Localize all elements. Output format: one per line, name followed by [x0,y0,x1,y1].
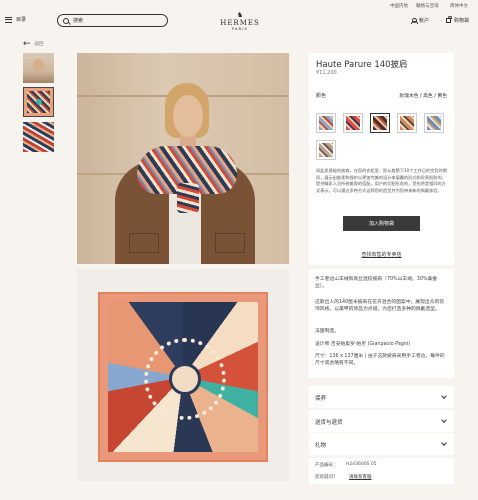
color-swatch-3-selected[interactable] [370,113,390,133]
logo-word: HERMES [220,19,260,27]
swatch-fill [319,116,333,130]
swatch-fill [319,143,333,157]
scarf-square [98,292,268,462]
site-header: 目录 搜索 ♞ HERMES PARIS 帐户 购物袋 [0,12,478,34]
product-panel: Haute Parure 140披肩 ¥11,200 颜色 玫瑰木色 / 黑色 … [309,53,454,265]
accordion-care[interactable]: 保养 [309,386,454,408]
color-swatch-2[interactable] [343,113,363,133]
search-icon [63,17,69,24]
color-swatch-6[interactable] [316,140,336,160]
image-scarf-tail [177,183,199,213]
account-label: 帐户 [419,18,430,24]
product-reference-info: 产品编号： H243600S 05 您有疑问？ 请联系客服 [309,458,454,484]
color-swatch-1[interactable] [316,113,336,133]
product-image-scarf-flat [77,269,289,481]
product-title: Haute Parure 140披肩 [316,60,408,70]
color-swatch-5[interactable] [424,113,444,133]
chevron-down-icon [441,417,447,423]
accordion-gift-label: 礼物 [315,443,327,449]
product-image-model [77,53,289,264]
contact-service-link[interactable]: 请联系客服 [349,474,372,480]
product-details: 手工卷边山羊绒和真丝混纺披肩（70%山羊绒、30%桑蚕丝）。 这款出人的140厘… [309,269,454,378]
color-swatch-4[interactable] [397,113,417,133]
accordion-care-label: 保养 [315,396,327,402]
thumbnail-scarf[interactable] [23,87,54,117]
color-value: 玫瑰木色 / 黑色 / 黄色 [399,94,447,99]
thumbnail-selected-frame [23,87,54,117]
thumbnail-detail[interactable] [23,122,54,152]
chevron-down-icon [441,440,447,446]
back-label: 返回 [34,42,44,47]
image-pocket-right [215,233,245,253]
thumbnail-model[interactable] [23,53,54,83]
help-label: 您有疑问？ [315,475,338,480]
menu-button[interactable]: 目录 [5,16,26,23]
accordion-delivery-label: 送货与退货 [315,420,343,426]
details-designer: 设计师 吉安帕奥罗·帕尼 (Gianpaolo Pagni) [315,342,411,347]
user-icon [411,17,418,24]
logo-city: PARIS [232,27,248,31]
image-pocket-left [129,233,159,253]
swatch-fill [346,116,360,130]
shopping-bag-icon [446,16,452,23]
menu-label: 目录 [16,17,27,23]
account-button[interactable]: 帐户 [411,17,429,24]
details-origin: 法国制造。 [315,329,339,334]
hamburger-icon [5,16,12,23]
ship-to-link[interactable]: 中国内地 [390,3,408,9]
reference-value: H243600S 05 [346,462,377,467]
product-description: 如此质感般的披肩，在您的衣柜里，即从肩膀下10个工作日的交货时期间，展示出能柔和… [316,168,447,193]
color-label: 颜色 [316,93,327,99]
accordion-gift[interactable]: 礼物 [309,433,454,455]
swatch-fill [427,116,441,130]
details-design: 这款出人的140厘米披肩在花卉混合的图案中，展现出众的装饰风格，以美甲的饰品为点… [315,300,445,312]
bag-label: 购物袋 [454,18,470,24]
swatch-fill [373,116,387,130]
scarf-center [169,363,201,395]
back-link[interactable]: ← 返回 [23,39,44,49]
details-material: 手工卷边山羊绒和真丝混纺披肩（70%山羊绒、30%桑蚕丝）。 [315,277,438,289]
contact-link[interactable]: 聯络与咨询 [416,3,439,9]
reference-label: 产品编号： [315,463,338,468]
chevron-down-icon [441,393,447,399]
carriage-icon: ♞ [236,11,244,19]
product-price: ¥11,200 [316,70,337,76]
language-link[interactable]: 简体中文 [450,3,468,9]
details-size: 尺寸：136 x 137厘米 | 由于这款披肩采用手工卷边，每件的尺寸或会略有不… [315,354,445,366]
brand-logo[interactable]: ♞ HERMES PARIS [220,11,260,32]
image-face [173,95,203,137]
bag-button[interactable]: 购物袋 [446,16,470,24]
add-to-bag-button[interactable]: 加入购物袋 [343,216,420,231]
search-placeholder: 搜索 [73,18,84,24]
accordion-delivery[interactable]: 送货与退货 [309,410,454,432]
swatch-fill [400,116,414,130]
find-in-store-link[interactable]: 查找有售的专卖店 [309,251,454,258]
search-input[interactable]: 搜索 [57,14,168,27]
arrow-left-icon: ← [23,39,31,49]
